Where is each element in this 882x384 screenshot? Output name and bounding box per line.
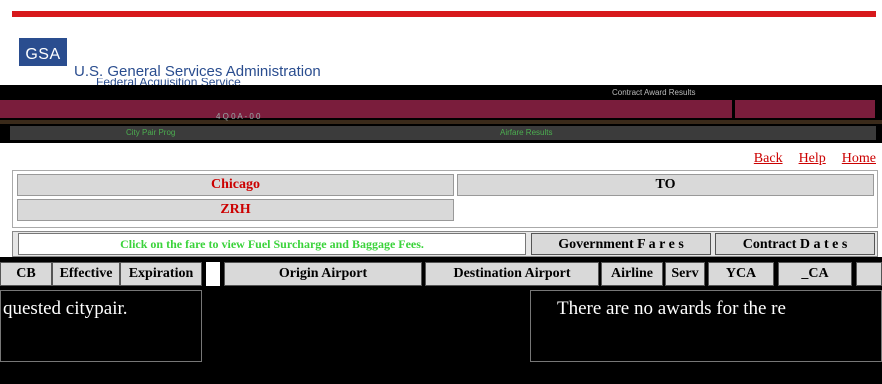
col-header-expiration: Expiration [120,262,202,286]
gsa-logo[interactable]: GSA [19,38,67,64]
header-red-band-left [0,100,732,118]
top-nav: Back Help Home [742,149,876,167]
col-header-overflow [856,262,882,286]
header-right-text: Contract Award Results [612,88,696,97]
to-label: TO [457,174,874,196]
back-link[interactable]: Back [754,151,783,166]
col-header-destination-airport: Destination Airport [425,262,599,286]
destination-code: ZRH [17,199,454,221]
no-awards-message-left: quested citypair. [0,290,202,362]
col-header-airline: Airline [601,262,663,286]
header-code: 4 Q 0 A - 0 0 [216,112,261,121]
no-awards-message-right: There are no awards for the re [530,290,882,362]
header-center-link[interactable]: Airfare Results [500,128,552,137]
col-header-origin-airport: Origin Airport [224,262,422,286]
agency-name: U.S. General Services Administration [74,63,321,80]
header-left-link[interactable]: City Pair Prog [126,128,175,137]
origin-city: Chicago [17,174,454,196]
col-header-cb: CB [0,262,52,286]
contract-dates-tab[interactable]: Contract D a t e s [715,233,875,255]
government-fares-tab[interactable]: Government F a r e s [531,233,711,255]
fare-click-note: Click on the fare to view Fuel Surcharge… [18,233,526,255]
header-divider [0,120,882,124]
help-link[interactable]: Help [799,151,826,166]
col-header-ca: _CA [778,262,852,286]
col-header-serv: Serv [665,262,705,286]
top-red-bar [12,11,876,17]
col-header-effective: Effective [52,262,120,286]
col-header-yca: YCA [708,262,774,286]
column-gap [206,262,220,286]
header-red-band-right [735,100,875,118]
home-link[interactable]: Home [842,151,876,166]
logo-underline [19,64,67,66]
